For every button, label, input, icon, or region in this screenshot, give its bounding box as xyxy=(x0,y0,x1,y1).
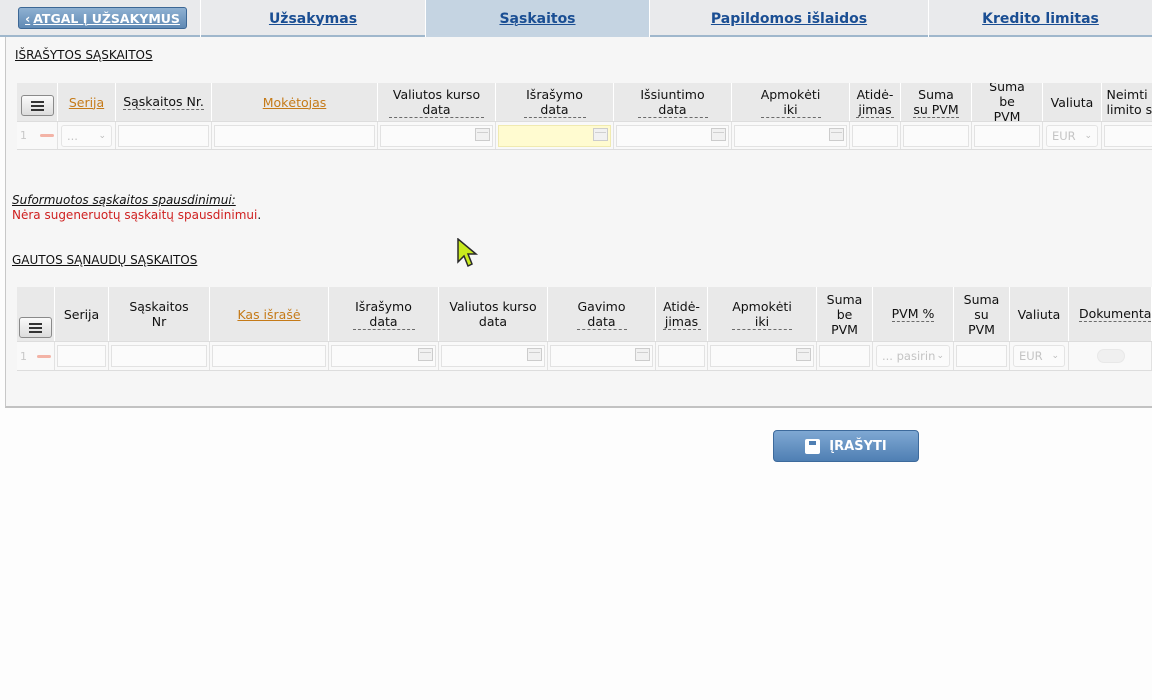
col-delay[interactable]: Atidė-jimas xyxy=(656,287,708,341)
calendar-icon[interactable] xyxy=(418,348,433,361)
issued-grid-body: 1 ... ⌄ EUR ⌄ xyxy=(17,121,1152,150)
col-document[interactable]: Dokumenta xyxy=(1069,287,1152,341)
tab-credit-limit-label: Kredito limitas xyxy=(982,10,1099,27)
grid-menu-cell xyxy=(17,83,58,121)
currency-select[interactable]: EUR ⌄ xyxy=(1046,124,1098,147)
calendar-icon[interactable] xyxy=(829,127,844,141)
back-button-label: ATGAL Į UŽSAKYMUS xyxy=(33,10,180,26)
row-number: 1 xyxy=(20,129,27,142)
delay-input[interactable] xyxy=(852,124,898,147)
col-sum-no-vat[interactable]: Suma be PVM xyxy=(972,83,1043,121)
row-number: 1 xyxy=(20,349,27,363)
col-issue-date[interactable]: Išrašymo data xyxy=(496,83,614,121)
minus-icon[interactable] xyxy=(37,354,51,358)
issuer-input[interactable] xyxy=(212,345,326,367)
cursor-icon xyxy=(457,238,479,268)
pay-until-input[interactable] xyxy=(710,345,814,367)
tab-credit-limit[interactable]: Kredito limitas xyxy=(928,0,1152,37)
col-series[interactable]: Serija xyxy=(58,83,116,121)
calendar-icon[interactable] xyxy=(796,348,811,361)
invoice-no-input[interactable] xyxy=(118,124,209,147)
tab-extra-costs[interactable]: Papildomos išlaidos xyxy=(649,0,928,37)
col-received-date[interactable]: Gavimo data xyxy=(548,287,656,341)
col-issue-date[interactable]: Išrašymo data xyxy=(329,287,439,341)
calendar-icon[interactable] xyxy=(635,348,650,361)
col-sum-vat[interactable]: Suma su PVM xyxy=(954,287,1010,341)
received-grid-body: 1 ... pasirin ⌄ EUR ⌄ xyxy=(17,341,1152,371)
issue-date-input[interactable] xyxy=(498,124,611,147)
tab-order-label: Užsakymas xyxy=(268,10,358,27)
col-payer[interactable]: Mokėtojas xyxy=(212,83,378,121)
table-row: 1 ... pasirin ⌄ EUR ⌄ xyxy=(17,341,1152,371)
chevron-down-icon: ⌄ xyxy=(1051,351,1059,361)
fx-date-input[interactable] xyxy=(380,124,493,147)
grid-menu-cell xyxy=(17,287,55,341)
col-currency[interactable]: Valiuta xyxy=(1010,287,1069,341)
invoice-no-input[interactable] xyxy=(111,345,207,367)
tab-extra-costs-label: Papildomos išlaidos xyxy=(710,10,868,27)
table-row: 1 ... ⌄ EUR ⌄ xyxy=(17,121,1152,150)
fx-date-input[interactable] xyxy=(441,345,545,367)
calendar-icon[interactable] xyxy=(593,127,608,141)
sum-vat-input[interactable] xyxy=(956,345,1007,367)
printed-invoices-title: Suformuotos sąskaitos spausdinimui: xyxy=(12,193,236,207)
col-pay-until[interactable]: Apmokėti iki xyxy=(708,287,817,341)
document-icon[interactable] xyxy=(1097,349,1125,363)
currency-select[interactable]: EUR ⌄ xyxy=(1013,345,1065,367)
back-to-orders-button[interactable]: ‹ ATGAL Į UŽSAKYMUS xyxy=(18,7,187,29)
chevron-down-icon: ⌄ xyxy=(1084,130,1092,141)
tab-invoices-label: Sąskaitos xyxy=(499,10,576,27)
payer-input[interactable] xyxy=(214,124,375,147)
save-icon xyxy=(805,438,821,454)
received-date-input[interactable] xyxy=(550,345,653,367)
col-pay-until[interactable]: Apmokėti iki xyxy=(732,83,850,121)
tab-order[interactable]: Užsakymas xyxy=(200,0,425,37)
pay-until-input[interactable] xyxy=(734,124,847,147)
col-exclude-limit[interactable]: Neimti limito s xyxy=(1102,83,1152,121)
col-issuer[interactable]: Kas išrašė xyxy=(210,287,329,341)
menu-icon[interactable] xyxy=(19,317,52,338)
col-invoice-no[interactable]: Sąskaitos Nr xyxy=(109,287,210,341)
col-sum-no-vat[interactable]: Suma be PVM xyxy=(817,287,873,341)
col-currency[interactable]: Valiuta xyxy=(1043,83,1102,121)
tab-invoices[interactable]: Sąskaitos xyxy=(425,0,649,37)
menu-icon[interactable] xyxy=(21,95,54,116)
vat-percent-select[interactable]: ... pasirin ⌄ xyxy=(876,345,950,367)
col-fx-date[interactable]: Valiutos kurso data xyxy=(378,83,496,121)
chevron-left-icon: ‹ xyxy=(25,10,31,26)
received-invoices-title: GAUTOS SĄNAUDŲ SĄSKAITOS xyxy=(12,253,198,267)
printed-invoices-message: Nėra sugeneruotų sąskaitų spausdinimui. xyxy=(12,208,262,222)
col-series[interactable]: Serija xyxy=(55,287,109,341)
col-send-date[interactable]: Išsiuntimo data xyxy=(614,83,732,121)
col-sum-vat[interactable]: Suma su PVM xyxy=(901,83,972,121)
save-button[interactable]: ĮRAŠYTI xyxy=(773,430,919,462)
col-delay[interactable]: Atidė-jimas xyxy=(850,83,901,121)
save-button-label: ĮRAŠYTI xyxy=(829,438,887,454)
issued-grid-header: Serija Sąskaitos Nr. Mokėtojas Valiutos … xyxy=(17,83,1152,121)
calendar-icon[interactable] xyxy=(527,348,542,361)
delay-input[interactable] xyxy=(658,345,705,367)
sum-vat-input[interactable] xyxy=(903,124,969,147)
minus-icon[interactable] xyxy=(40,134,54,137)
send-date-input[interactable] xyxy=(616,124,729,147)
issued-invoices-title: IŠRAŠYTOS SĄSKAITOS xyxy=(15,48,153,62)
sum-no-vat-input[interactable] xyxy=(974,124,1040,147)
col-invoice-no[interactable]: Sąskaitos Nr. xyxy=(116,83,212,121)
series-select[interactable]: ... ⌄ xyxy=(61,124,112,147)
received-grid-header: Serija Sąskaitos Nr Kas išrašė Išrašymo … xyxy=(17,287,1152,341)
exclude-limit-cell[interactable] xyxy=(1104,124,1152,147)
col-vat-percent[interactable]: PVM % xyxy=(873,287,954,341)
top-tab-bar: ‹ ATGAL Į UŽSAKYMUS Užsakymas Sąskaitos … xyxy=(0,0,1152,37)
sum-no-vat-input[interactable] xyxy=(819,345,870,367)
calendar-icon[interactable] xyxy=(475,127,490,141)
series-input[interactable] xyxy=(57,345,106,367)
chevron-down-icon: ⌄ xyxy=(98,130,106,141)
col-fx-date[interactable]: Valiutos kurso data xyxy=(439,287,548,341)
chevron-down-icon: ⌄ xyxy=(936,351,944,361)
issue-date-input[interactable] xyxy=(331,345,436,367)
calendar-icon[interactable] xyxy=(711,127,726,141)
